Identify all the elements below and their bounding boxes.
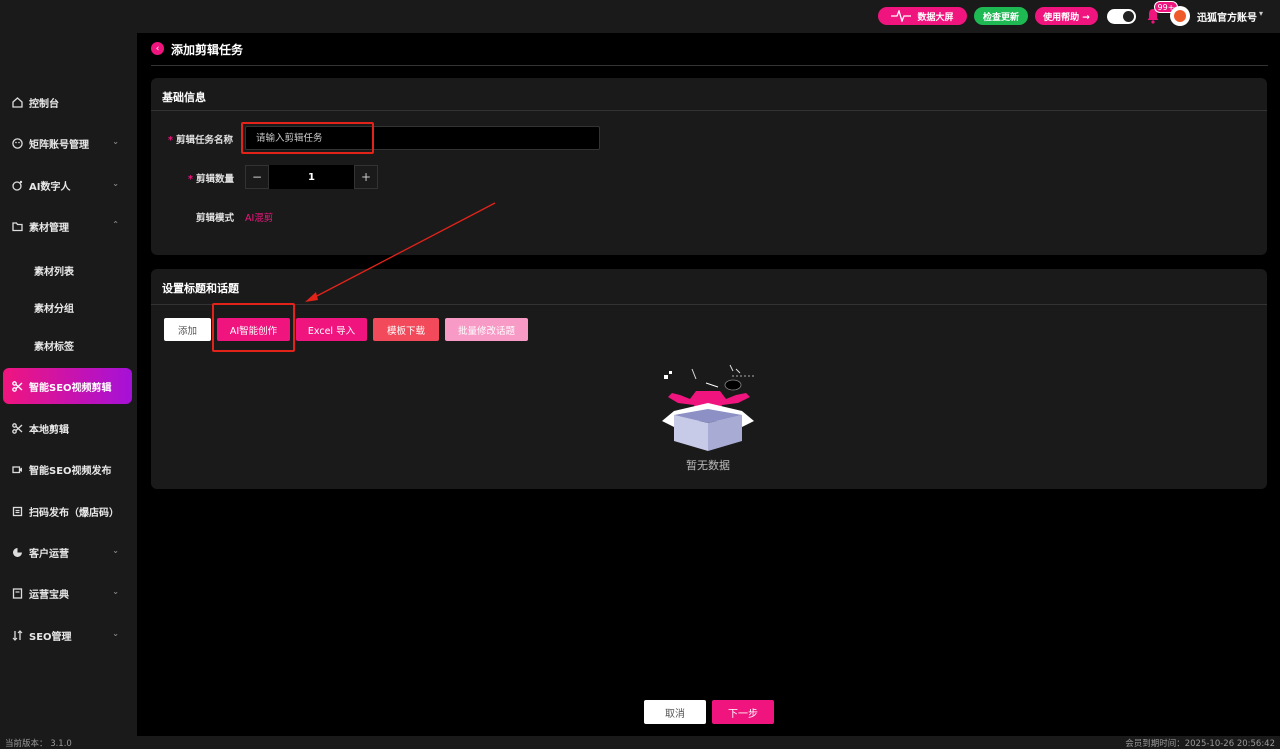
chevron-down-icon: ⌄ xyxy=(112,137,119,146)
pulse-icon xyxy=(891,10,912,22)
moon-icon xyxy=(1123,11,1134,22)
sidebar-item-ai-avatar[interactable]: AI数字人 ⌄ xyxy=(0,167,137,203)
sidebar-item-label: 矩阵账号管理 xyxy=(29,139,89,151)
smile-icon xyxy=(11,137,23,149)
ai-create-button[interactable]: AI智能创作 xyxy=(217,318,290,341)
avatar[interactable] xyxy=(1170,6,1190,26)
basic-info-title: 基础信息 xyxy=(162,91,206,104)
quantity-value[interactable]: 1 xyxy=(269,165,354,189)
chevron-down-icon: ⌄ xyxy=(112,546,119,555)
sidebar-item-label: 运营宝典 xyxy=(29,589,69,601)
chevron-down-icon: ⌄ xyxy=(112,587,119,596)
required-mark: * xyxy=(188,174,193,185)
sidebar-subitem-material-groups[interactable]: 素材分组 xyxy=(34,300,74,315)
sidebar-item-label: 控制台 xyxy=(29,98,59,110)
robot-icon xyxy=(11,179,23,191)
version-text: 当前版本： 3.1.0 xyxy=(5,739,72,749)
add-button[interactable]: 添加 xyxy=(164,318,211,341)
required-mark: * xyxy=(168,135,173,146)
sidebar-item-dashboard[interactable]: 控制台 xyxy=(0,84,137,120)
sidebar-item-seo-management[interactable]: SEO管理 ⌄ xyxy=(0,617,137,653)
sidebar-item-seo-video-publish[interactable]: 智能SEO视频发布 xyxy=(0,451,137,487)
sidebar-subitem-material-list[interactable]: 素材列表 xyxy=(34,263,74,278)
data-screen-label: 数据大屏 xyxy=(917,12,954,23)
sidebar-item-label: 智能SEO视频剪辑 xyxy=(29,382,112,394)
template-download-button[interactable]: 模板下载 xyxy=(373,318,439,341)
quantity-stepper: − 1 + xyxy=(245,165,378,189)
sidebar-item-scan-publish[interactable]: 扫码发布（爆店码） xyxy=(0,493,137,529)
sidebar-item-label: 客户运营 xyxy=(29,548,69,560)
book-icon xyxy=(11,587,23,599)
avatar-logo xyxy=(1174,10,1186,22)
sidebar-item-label: 素材管理 xyxy=(29,222,69,234)
sidebar-item-matrix-accounts[interactable]: 矩阵账号管理 ⌄ xyxy=(0,125,137,161)
sidebar-item-label: 扫码发布（爆店码） xyxy=(29,507,119,519)
empty-box-illustration xyxy=(662,364,755,451)
video-icon xyxy=(11,463,23,475)
mode-value[interactable]: AI混剪 xyxy=(245,210,273,224)
home-icon xyxy=(11,96,23,108)
chevron-down-icon: ⌄ xyxy=(112,629,119,638)
sidebar-item-label: 智能SEO视频发布 xyxy=(29,465,112,477)
empty-state-text: 暂无数据 xyxy=(686,459,730,472)
sidebar-item-customer-ops[interactable]: 客户运营 ⌄ xyxy=(0,534,137,570)
sidebar-subitem-material-tags[interactable]: 素材标签 xyxy=(34,338,74,353)
chevron-down-icon[interactable]: ▾ xyxy=(1259,9,1263,18)
divider xyxy=(151,110,1267,111)
quantity-label: * 剪辑数量 xyxy=(188,171,234,185)
quantity-label-text: 剪辑数量 xyxy=(195,174,234,185)
next-step-button[interactable]: 下一步 xyxy=(712,700,774,724)
top-bar: 数据大屏 检查更新 使用帮助 → 99+ 迅狐官方账号 ▾ xyxy=(0,0,1280,33)
pie-icon xyxy=(11,546,23,558)
chevron-up-icon: ⌃ xyxy=(112,220,119,229)
task-name-label-text: 剪辑任务名称 xyxy=(175,135,233,146)
folder-icon xyxy=(11,220,23,232)
theme-toggle[interactable] xyxy=(1107,9,1136,24)
cancel-button[interactable]: 取消 xyxy=(644,700,706,724)
membership-expiry-text: 会员到期时间：2025-10-26 20:56:42 xyxy=(1125,739,1275,749)
back-icon[interactable]: ‹ xyxy=(151,42,164,55)
divider xyxy=(151,304,1267,305)
mode-label: 剪辑模式 xyxy=(196,213,235,224)
sidebar-item-ops-guide[interactable]: 运营宝典 ⌄ xyxy=(0,575,137,611)
chevron-down-icon: ⌄ xyxy=(112,179,119,188)
sort-icon xyxy=(11,629,23,641)
decrement-button[interactable]: − xyxy=(245,165,269,189)
page-header: ‹ 添加剪辑任务 xyxy=(151,40,1268,66)
task-name-input[interactable] xyxy=(245,126,600,150)
status-bar: 当前版本： 3.1.0 会员到期时间：2025-10-26 20:56:42 xyxy=(0,736,1280,749)
sidebar-item-materials[interactable]: 素材管理 ⌃ xyxy=(0,208,137,244)
help-button[interactable]: 使用帮助 → xyxy=(1035,7,1098,25)
excel-import-button[interactable]: Excel 导入 xyxy=(296,318,367,341)
sidebar-item-label: 本地剪辑 xyxy=(29,424,69,436)
page-title: 添加剪辑任务 xyxy=(171,43,244,57)
username[interactable]: 迅狐官方账号 xyxy=(1197,9,1257,24)
data-screen-button[interactable]: 数据大屏 xyxy=(878,7,967,25)
increment-button[interactable]: + xyxy=(354,165,378,189)
check-update-button[interactable]: 检查更新 xyxy=(974,7,1028,25)
scissors-icon xyxy=(11,380,23,392)
sidebar-item-label: SEO管理 xyxy=(29,631,72,643)
task-name-label: * 剪辑任务名称 xyxy=(168,132,233,146)
batch-edit-topics-button[interactable]: 批量修改话题 xyxy=(445,318,528,341)
qr-icon xyxy=(11,505,23,517)
sidebar-item-label: AI数字人 xyxy=(29,181,71,193)
scissors-icon xyxy=(11,422,23,434)
sidebar-item-seo-video-edit[interactable]: 智能SEO视频剪辑 xyxy=(3,368,132,404)
topics-title: 设置标题和话题 xyxy=(162,282,239,295)
sidebar-item-local-edit[interactable]: 本地剪辑 xyxy=(0,410,137,446)
